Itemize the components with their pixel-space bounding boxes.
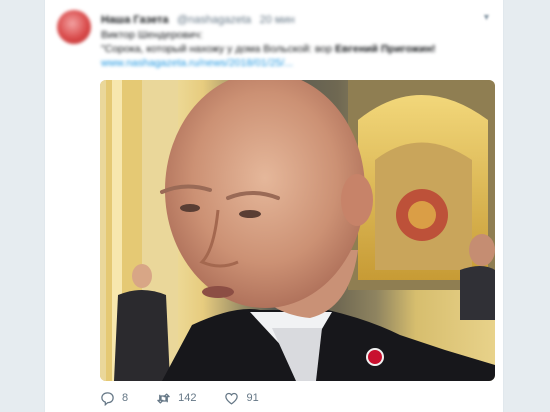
- tweet-actions: 8 142 91: [100, 388, 287, 408]
- tweet-text-line-2: "Сорока, который нахожу у дома Вольской:…: [101, 42, 491, 56]
- retweet-count: 142: [178, 392, 197, 404]
- tweet-link[interactable]: www.nashagazeta.ru/news/2018/01/25/...: [101, 56, 491, 70]
- reply-icon: [101, 391, 114, 406]
- author-name[interactable]: Наша Газета: [101, 14, 169, 26]
- author-handle[interactable]: @nashagazeta: [177, 14, 251, 26]
- tweet-timestamp[interactable]: 20 мин: [260, 14, 295, 26]
- reply-count: 8: [122, 392, 129, 404]
- tweet-text-bold: Евгений Пригожин!: [335, 43, 436, 55]
- tweet-text-line-1: Виктор Шендерович:: [101, 29, 203, 41]
- tweet-card[interactable]: ▼ Наша Газета @nashagazeta 20 мин Виктор…: [44, 0, 504, 412]
- retweet-button[interactable]: 142: [156, 391, 196, 406]
- reply-button[interactable]: 8: [100, 391, 128, 406]
- heart-icon: [225, 392, 239, 405]
- tweet-text-quote: "Сорока, который нахожу у дома Вольской:…: [101, 43, 333, 55]
- like-button[interactable]: 91: [224, 391, 259, 406]
- photo-illustration: [100, 80, 495, 381]
- avatar[interactable]: [57, 10, 91, 44]
- like-count: 91: [246, 392, 259, 404]
- tweet-photo[interactable]: [100, 80, 495, 381]
- tweet-header: Наша Газета @nashagazeta 20 мин Виктор Ш…: [101, 10, 491, 70]
- retweet-icon: [157, 393, 170, 403]
